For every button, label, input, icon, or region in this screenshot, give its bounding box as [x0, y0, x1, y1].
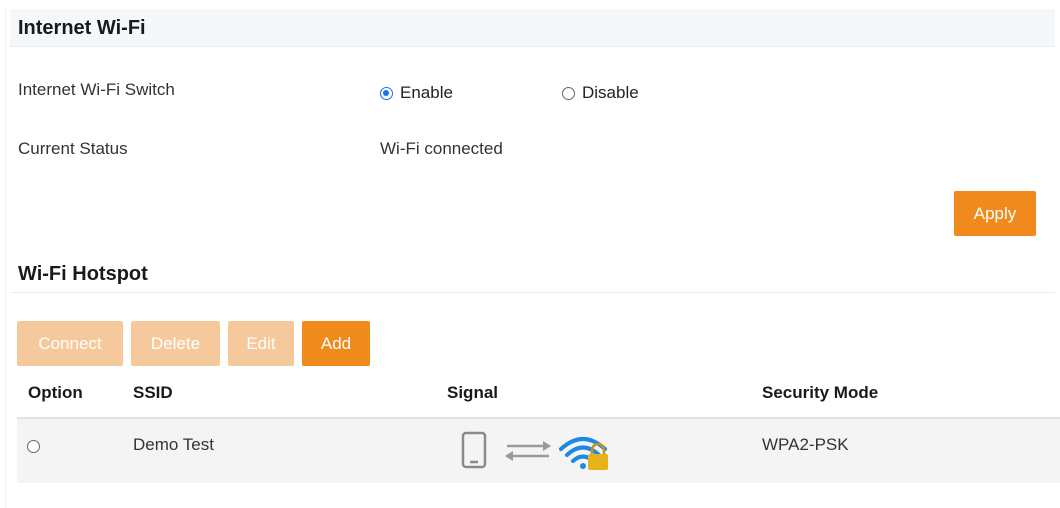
enable-label: Enable	[400, 83, 453, 102]
row-security-mode: WPA2-PSK	[762, 435, 849, 454]
wifi-locked-icon	[559, 437, 608, 470]
col-signal: Signal	[447, 383, 499, 402]
signal-indicator	[461, 431, 621, 471]
apply-button[interactable]: Apply	[954, 191, 1036, 236]
hotspot-header: Wi-Fi Hotspot	[10, 255, 1055, 293]
edit-button[interactable]: Edit	[228, 321, 294, 366]
transfer-arrows-icon	[505, 441, 551, 461]
current-status-label: Current Status	[18, 139, 128, 158]
delete-button[interactable]: Delete	[131, 321, 220, 366]
col-ssid: SSID	[133, 383, 173, 402]
disable-radio[interactable]	[562, 86, 575, 100]
enable-radio[interactable]	[380, 86, 393, 100]
hotspot-title: Wi-Fi Hotspot	[18, 263, 148, 285]
table-row[interactable]: Demo Test WPA2-PSK	[17, 419, 1060, 483]
phone-icon	[461, 431, 487, 469]
enable-radio-option[interactable]: Enable	[380, 83, 453, 103]
hotspot-table-header: Option SSID Signal Security Mode	[17, 370, 1060, 419]
connect-button[interactable]: Connect	[17, 321, 123, 366]
col-option: Option	[28, 383, 83, 402]
wifi-switch-label: Internet Wi-Fi Switch	[18, 80, 175, 99]
current-status-value: Wi-Fi connected	[380, 139, 503, 158]
add-button[interactable]: Add	[302, 321, 370, 366]
row-ssid: Demo Test	[133, 435, 214, 454]
internet-wifi-title: Internet Wi-Fi	[18, 17, 146, 39]
disable-label: Disable	[582, 83, 639, 102]
disable-radio-option[interactable]: Disable	[562, 83, 639, 103]
col-security-mode: Security Mode	[762, 383, 879, 402]
internet-wifi-header: Internet Wi-Fi	[10, 9, 1055, 47]
row-select-radio[interactable]	[27, 440, 40, 453]
